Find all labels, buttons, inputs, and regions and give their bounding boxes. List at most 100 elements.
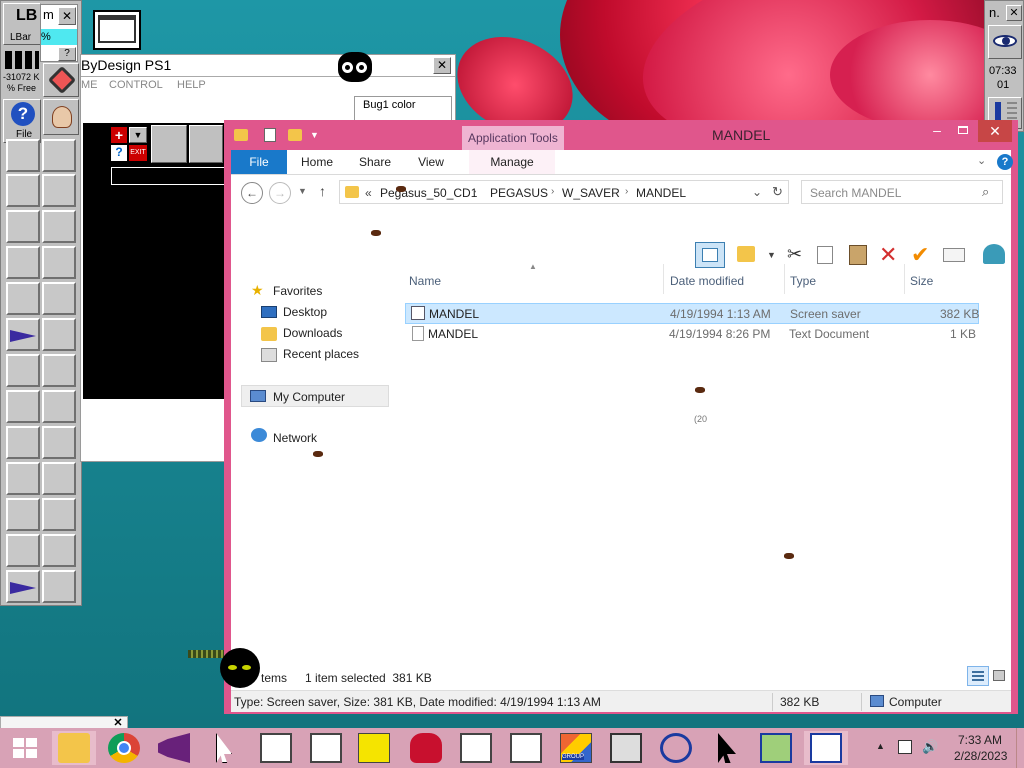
clock-date[interactable]: 2/28/2023 [954,749,1007,763]
taskbar-file-explorer[interactable] [52,731,96,765]
lbar-slot[interactable] [6,139,40,172]
column-name[interactable]: Name [409,274,441,288]
lbar-slot[interactable] [42,318,76,351]
medical-cross-icon[interactable]: + [111,127,127,143]
back-button[interactable]: ← [241,182,263,204]
tab-home[interactable]: Home [293,150,341,174]
new-folder-icon[interactable] [288,129,302,141]
exit-button[interactable]: EXIT [129,145,147,161]
lbar-slot[interactable] [6,534,40,567]
minimize-button[interactable]: ‒ [924,122,950,142]
large-icons-button[interactable] [991,668,1007,684]
lbar-slot[interactable] [42,498,76,531]
start-button[interactable] [4,732,44,764]
lbar-slot[interactable] [42,390,76,423]
nav-network[interactable]: Network [273,431,317,445]
tool-slot[interactable] [151,125,187,163]
properties-icon[interactable] [264,128,276,142]
column-date-modified[interactable]: Date modified [670,274,744,288]
rename-icon[interactable] [943,248,965,262]
checkmark-icon[interactable]: ✔ [911,242,933,267]
lbar-slot[interactable] [42,462,76,495]
breadcrumb-item[interactable]: PEGASUS [490,186,548,200]
dropdown-icon[interactable]: ▼ [129,127,147,143]
lbar-slot[interactable] [42,282,76,315]
lbar-slot[interactable] [6,282,40,315]
recent-locations-icon[interactable]: ▼ [298,186,307,196]
file-row[interactable]: MANDEL 4/19/1994 8:26 PM Text Document 1… [405,324,979,345]
forward-button[interactable]: → [269,182,291,204]
lbar-slot[interactable] [6,354,40,387]
lbar-logo[interactable]: LB LBar [3,3,41,45]
address-dropdown-icon[interactable]: ⌄ [752,185,762,199]
lbar-next-arrow[interactable] [6,570,40,603]
breadcrumb-item[interactable]: W_SAVER [562,186,620,200]
taskbar-window-app[interactable] [504,731,548,765]
nav-desktop[interactable]: Desktop [283,305,327,319]
lbar-slot[interactable] [42,174,76,207]
delete-icon[interactable]: ✕ [879,242,901,267]
column-size[interactable]: Size [910,274,933,288]
taskbar-visual-studio[interactable] [152,731,196,765]
nav-favorites[interactable]: Favorites [273,284,322,298]
menu-item[interactable]: ME [81,79,98,91]
close-button[interactable]: ✕ [1006,5,1022,21]
user-button[interactable] [43,99,79,135]
help-file-button[interactable]: ? File [3,99,41,143]
lbar-slot[interactable] [42,534,76,567]
lbar-slot[interactable] [6,210,40,243]
lbar-slot[interactable] [42,426,76,459]
nav-my-computer[interactable]: My Computer [241,385,389,407]
maximize-button[interactable] [951,122,977,142]
taskbar-sticky-app[interactable] [352,731,396,765]
close-button[interactable]: ✕ [978,120,1012,142]
tab-view[interactable]: View [407,150,455,174]
refresh-icon[interactable]: ↻ [772,184,783,200]
lbar-slot[interactable] [6,462,40,495]
close-button[interactable]: ✕ [433,57,451,74]
up-button[interactable]: ↑ [319,183,326,199]
tab-manage[interactable]: Manage [469,150,555,174]
network-tray-icon[interactable] [898,740,912,754]
clock-time[interactable]: 7:33 AM [958,733,1002,747]
taskbar-group-app[interactable]: GROUP [554,731,598,765]
menu-item-control[interactable]: CONTROL [109,79,163,91]
customize-dropdown-icon[interactable]: ▼ [310,130,319,140]
taskbar-chrome[interactable] [102,731,146,765]
taskbar-window-app[interactable] [304,731,348,765]
show-desktop-button[interactable] [1016,728,1024,768]
lbar-slot[interactable] [6,246,40,279]
help-button[interactable]: ? [58,47,76,61]
paste-icon[interactable] [849,245,867,265]
details-view-button[interactable] [967,666,989,686]
taskbar-window-app[interactable] [454,731,498,765]
tab-share[interactable]: Share [351,150,399,174]
lbar-slot[interactable] [6,174,40,207]
lbar-slot[interactable] [6,390,40,423]
help-icon[interactable]: ? [111,145,127,161]
search-box[interactable]: Search MANDEL ⌕ [801,180,1003,204]
eye-icon[interactable] [988,25,1022,59]
lbar-slot[interactable] [42,246,76,279]
shell-icon[interactable] [983,244,1005,264]
window-icon[interactable] [93,10,141,50]
address-bar[interactable]: « Pegasus_50_CD1 › PEGASUS › W_SAVER › M… [339,180,789,204]
lbar-next-arrow[interactable] [6,318,40,351]
taskbar-globe-app[interactable] [654,731,698,765]
taskbar-pointer-app[interactable] [704,731,748,765]
taskbar-map-app[interactable] [754,731,798,765]
menu-item-help[interactable]: HELP [177,79,206,91]
cut-icon[interactable]: ✂ [787,244,809,266]
bydesign-input[interactable] [111,167,227,185]
breadcrumb-overflow[interactable]: « [365,186,372,200]
breadcrumb-item[interactable]: MANDEL [636,186,686,200]
help-icon[interactable]: ? [997,154,1013,170]
taskbar-window-app[interactable] [254,731,298,765]
file-row-selected[interactable]: MANDEL 4/19/1994 1:13 AM Screen saver 38… [405,303,979,324]
column-type[interactable]: Type [790,274,816,288]
volume-icon[interactable]: 🔊 [922,739,938,755]
expand-ribbon-icon[interactable]: ⌄ [977,154,986,167]
tab-file[interactable]: File [231,150,287,174]
close-button[interactable]: ✕ [58,7,76,25]
tools-button[interactable] [43,63,79,97]
